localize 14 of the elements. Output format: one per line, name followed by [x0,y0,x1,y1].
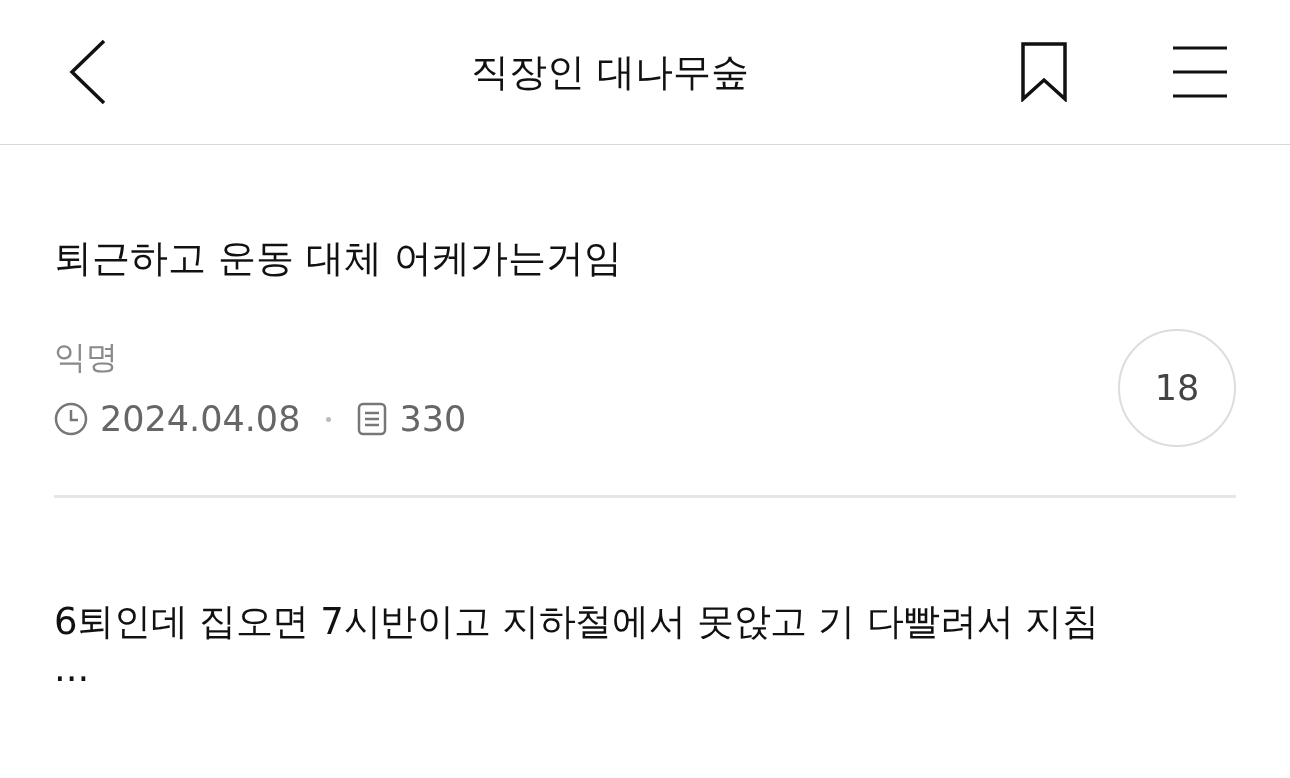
author-name: 익명 [54,337,118,377]
post-body: 6퇴인데 집오면 7시반이고 지하철에서 못앉고 기 다빨려서 지침 [54,599,1099,645]
ellipsis-text: ... [54,654,90,684]
comment-count[interactable]: 18 [1118,329,1236,447]
menu-button[interactable] [1172,46,1228,98]
post-title: 퇴근하고 운동 대체 어케가는거임 [54,235,624,282]
bookmark-button[interactable] [1020,42,1068,102]
view-count: 330 [399,399,467,439]
board-title: 직장인 대나무숲 [469,48,751,96]
menu-icon [1172,46,1228,98]
document-icon [357,402,388,436]
clock-icon [54,402,88,436]
bookmark-icon [1020,42,1068,102]
post-date: 2024.04.08 [100,399,301,439]
